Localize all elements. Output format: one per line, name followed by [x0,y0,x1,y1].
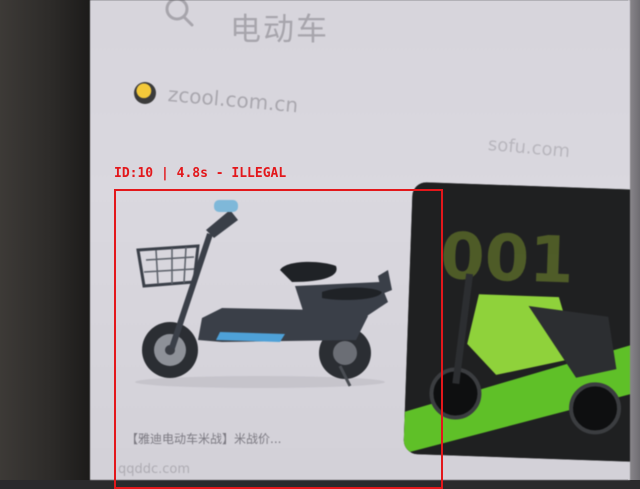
search-input[interactable]: 电动车 [230,4,329,49]
source-logo-icon [134,82,156,104]
search-icon[interactable] [162,0,194,30]
detection-bounding-box [114,189,443,489]
detection-label: ID:10 | 4.8s - ILLEGAL [114,166,287,181]
device-bezel-left [0,0,92,480]
source-domain-link[interactable]: zcool.com.cn [167,82,299,117]
secondary-domain-label[interactable]: sofu.com [487,134,571,162]
svg-text:001: 001 [439,220,575,299]
